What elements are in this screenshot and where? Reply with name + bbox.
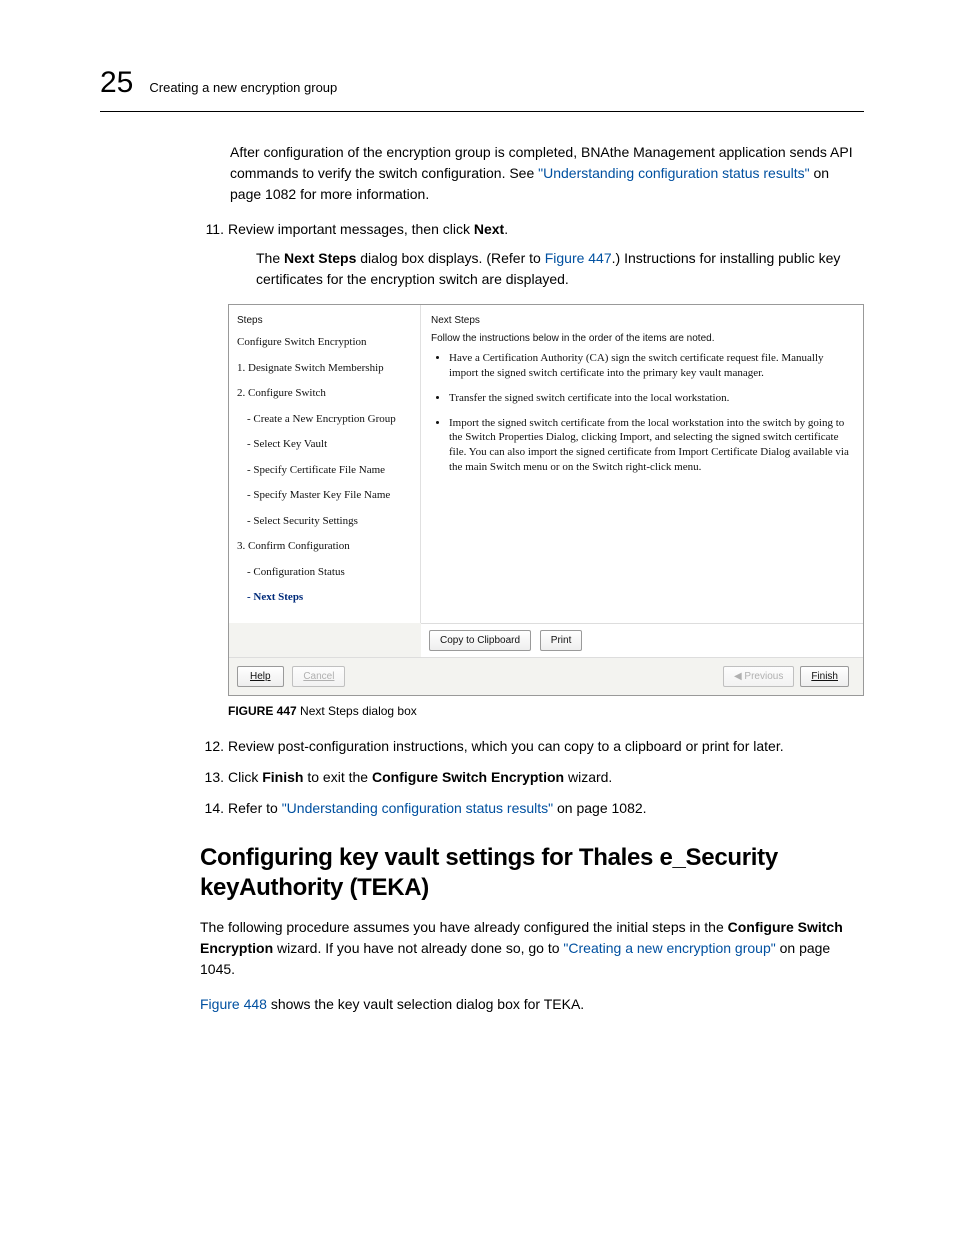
- bullet-item: Have a Certification Authority (CA) sign…: [449, 351, 853, 381]
- step-number: 14.: [200, 798, 224, 819]
- section-paragraph: The following procedure assumes you have…: [200, 917, 864, 980]
- wizard-step: - Select Security Settings: [237, 513, 414, 530]
- help-button[interactable]: Help: [237, 666, 284, 687]
- link-figure-448[interactable]: Figure 448: [200, 996, 267, 1012]
- text: shows the key vault selection dialog box…: [267, 996, 584, 1012]
- figure-title: Next Steps dialog box: [297, 704, 417, 718]
- running-header: 25 Creating a new encryption group: [100, 60, 864, 112]
- link-config-status[interactable]: "Understanding configuration status resu…: [282, 800, 553, 816]
- step-14: 14. Refer to "Understanding configuratio…: [200, 798, 864, 819]
- wizard-footer: Help Cancel ◀ Previous Finish: [229, 657, 863, 695]
- wizard-steps-list: Configure Switch Encryption 1. Designate…: [237, 334, 414, 606]
- text: Previous: [744, 671, 783, 682]
- wizard-step: - Create a New Encryption Group: [237, 411, 414, 428]
- pane-title: Steps: [237, 313, 414, 328]
- instruction-bullets: Have a Certification Authority (CA) sign…: [449, 351, 853, 475]
- wizard-step: - Specify Certificate File Name: [237, 462, 414, 479]
- bold-text: Next Steps: [284, 250, 356, 266]
- text: wizard.: [564, 769, 612, 785]
- steps-pane: Steps Configure Switch Encryption 1. Des…: [229, 305, 421, 623]
- next-steps-dialog: Steps Configure Switch Encryption 1. Des…: [228, 304, 864, 696]
- bold-text: Next: [474, 221, 504, 237]
- text: The: [256, 250, 284, 266]
- step-text: Click Finish to exit the Configure Switc…: [228, 769, 612, 785]
- next-steps-pane: Next Steps Follow the instructions below…: [421, 305, 863, 623]
- wizard-step: 2. Configure Switch: [237, 385, 414, 402]
- section-paragraph: Figure 448 shows the key vault selection…: [200, 994, 864, 1015]
- bullet-item: Import the signed switch certificate fro…: [449, 416, 853, 475]
- text: to exit the: [303, 769, 371, 785]
- section-heading: Configuring key vault settings for Thale…: [200, 843, 864, 903]
- text: The following procedure assumes you have…: [200, 919, 728, 935]
- figure-label: FIGURE 447: [228, 704, 297, 718]
- step-text: Refer to "Understanding configuration st…: [228, 800, 647, 816]
- step-text: Review important messages, then click Ne…: [228, 221, 508, 237]
- text: Click: [228, 769, 262, 785]
- step-11: 11. Review important messages, then clic…: [200, 219, 864, 720]
- instruction-text: Follow the instructions below in the ord…: [431, 332, 853, 345]
- intro-paragraph: After configuration of the encryption gr…: [230, 142, 864, 205]
- wizard-step: - Specify Master Key File Name: [237, 487, 414, 504]
- text: .: [504, 221, 508, 237]
- document-page: 25 Creating a new encryption group After…: [0, 0, 954, 1129]
- previous-button: ◀ Previous: [723, 666, 794, 687]
- step-number: 13.: [200, 767, 224, 788]
- wizard-step: - Select Key Vault: [237, 436, 414, 453]
- step-11-sub: The Next Steps dialog box displays. (Ref…: [256, 248, 864, 290]
- body-column: After configuration of the encryption gr…: [230, 142, 864, 205]
- step-text: Review post-configuration instructions, …: [228, 738, 784, 754]
- text: on page 1082.: [553, 800, 646, 816]
- text: dialog box displays. (Refer to: [356, 250, 544, 266]
- pane-title: Next Steps: [431, 313, 853, 328]
- link-creating-group[interactable]: "Creating a new encryption group": [563, 940, 775, 956]
- step-12: 12. Review post-configuration instructio…: [200, 736, 864, 757]
- bold-text: Finish: [262, 769, 303, 785]
- wizard-step: - Configuration Status: [237, 564, 414, 581]
- chapter-number: 25: [100, 60, 133, 105]
- step-13: 13. Click Finish to exit the Configure S…: [200, 767, 864, 788]
- step-number: 11.: [200, 219, 224, 240]
- cancel-button[interactable]: Cancel: [292, 666, 345, 687]
- action-button-row: Copy to Clipboard Print: [421, 623, 863, 657]
- wizard-step-current: - Next Steps: [237, 589, 414, 606]
- bullet-item: Transfer the signed switch certificate i…: [449, 391, 853, 406]
- ordered-steps: 11. Review important messages, then clic…: [200, 219, 864, 819]
- link-config-status[interactable]: "Understanding configuration status resu…: [538, 165, 809, 181]
- text: Refer to: [228, 800, 282, 816]
- wizard-step: 1. Designate Switch Membership: [237, 360, 414, 377]
- link-figure-447[interactable]: Figure 447: [545, 250, 612, 266]
- step-number: 12.: [200, 736, 224, 757]
- text: wizard. If you have not already done so,…: [273, 940, 563, 956]
- text: Review important messages, then click: [228, 221, 474, 237]
- bold-text: Configure Switch Encryption: [372, 769, 564, 785]
- print-button[interactable]: Print: [540, 630, 583, 651]
- wizard-step: 3. Confirm Configuration: [237, 538, 414, 555]
- chapter-title: Creating a new encryption group: [149, 78, 337, 98]
- figure-caption: FIGURE 447 Next Steps dialog box: [228, 702, 864, 720]
- finish-button[interactable]: Finish: [800, 666, 849, 687]
- wizard-step: Configure Switch Encryption: [237, 334, 414, 351]
- copy-to-clipboard-button[interactable]: Copy to Clipboard: [429, 630, 531, 651]
- section-block: Configuring key vault settings for Thale…: [200, 843, 864, 1015]
